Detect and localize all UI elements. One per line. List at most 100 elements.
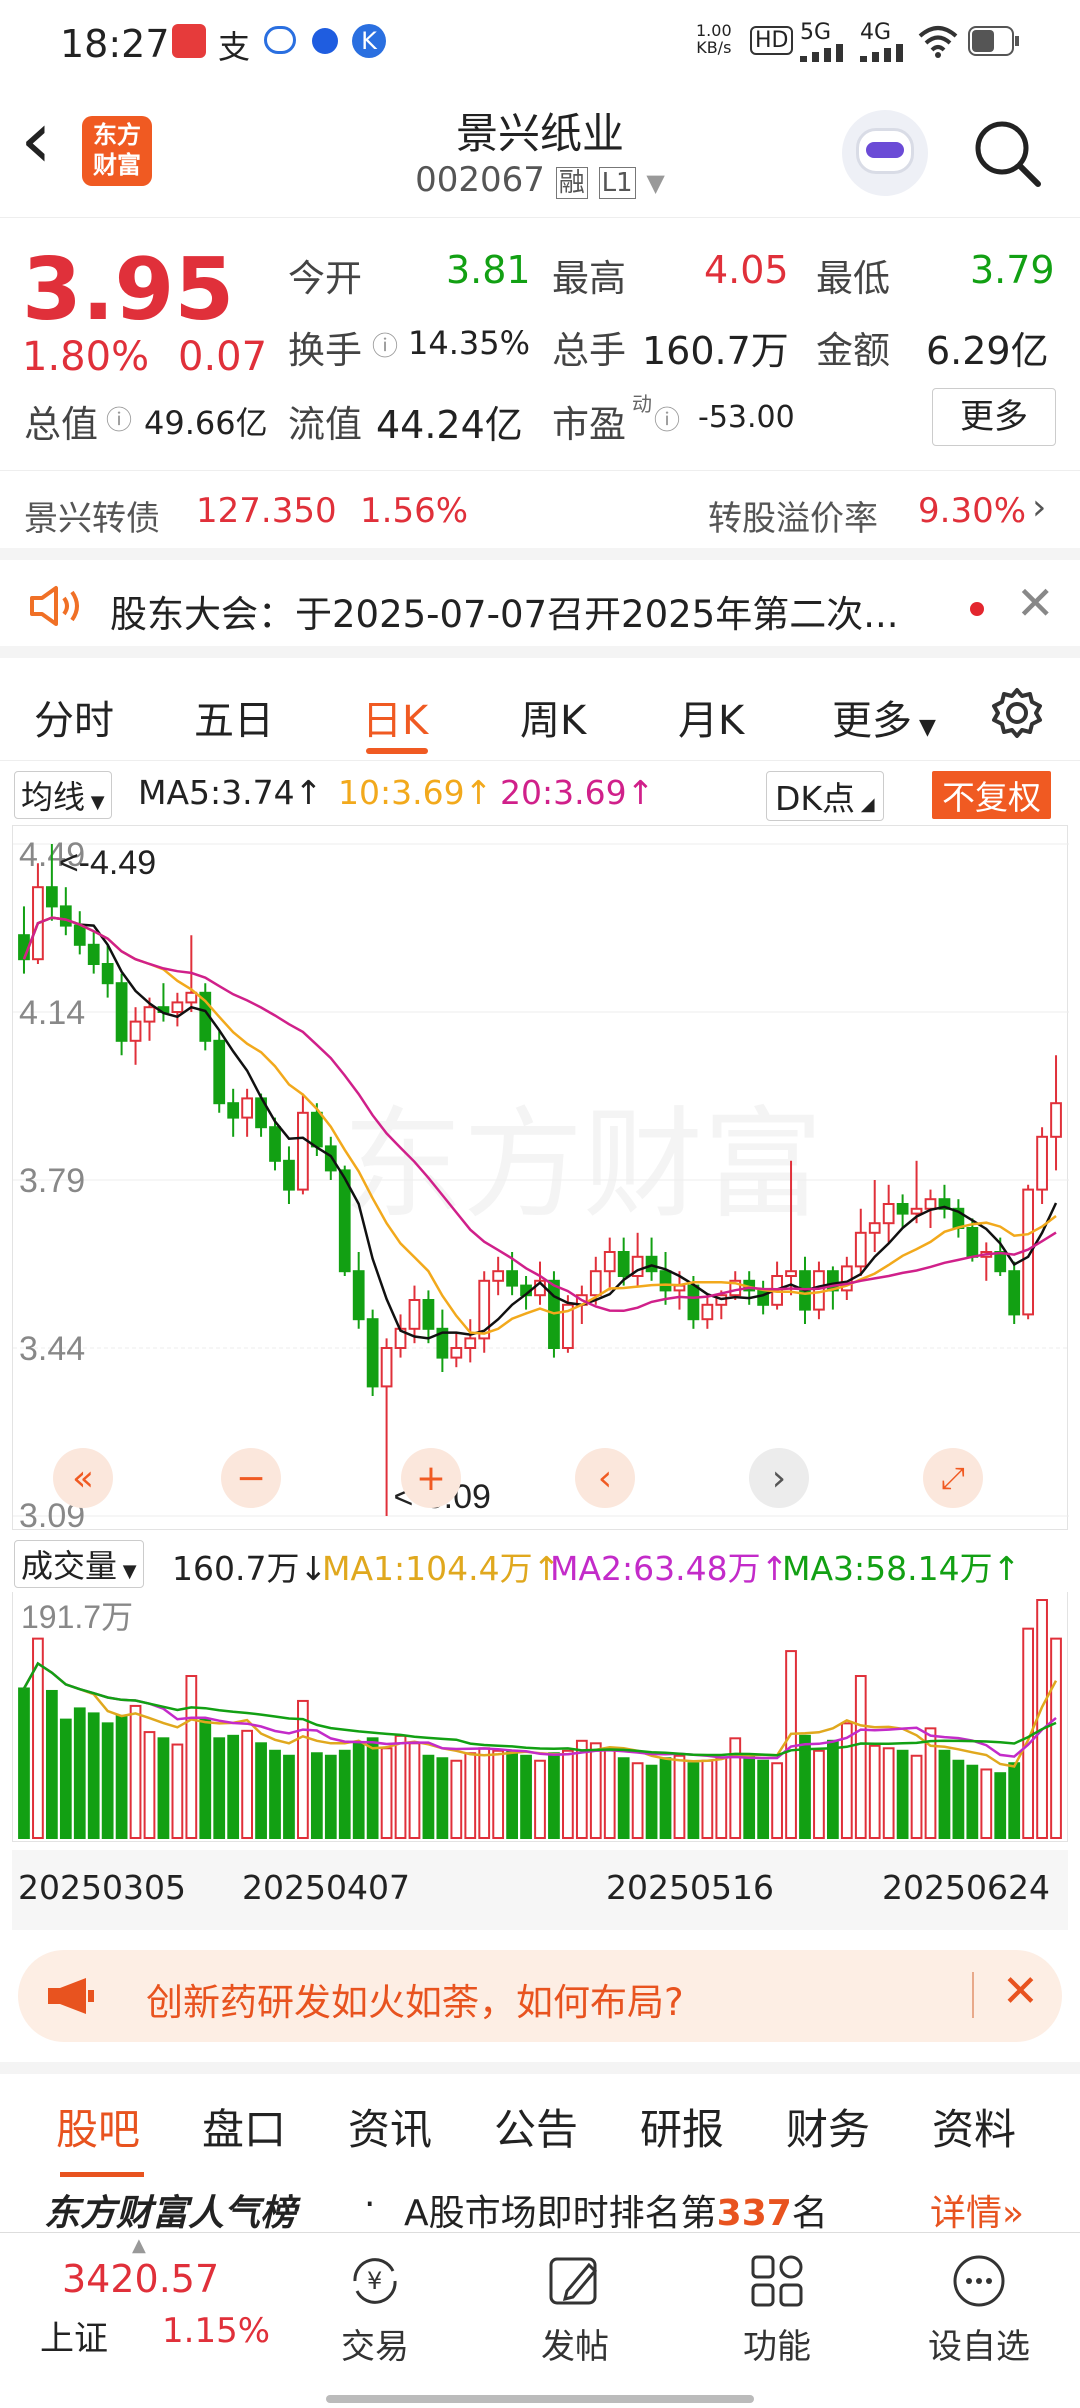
robot-assistant-icon[interactable] (842, 110, 928, 196)
dk-point-select[interactable]: DK点 ◢ (766, 771, 884, 821)
candle-body (492, 1270, 505, 1282)
edit-icon (549, 2257, 598, 2305)
tab-forum[interactable]: 股吧 (56, 2096, 140, 2157)
ad-banner[interactable]: 创新药研发如火如荼，如何布局? ✕ (18, 1950, 1062, 2042)
no-adjust-button[interactable]: 不复权 (932, 771, 1051, 819)
volume-bar (534, 1759, 546, 1839)
chat-icon (264, 26, 296, 54)
premium-value: 9.30% (918, 491, 1027, 531)
net-speed: 1.00 KB/s (696, 21, 732, 57)
back-icon[interactable]: ‹ (20, 100, 52, 180)
pe-label: 市盈 (552, 403, 626, 446)
kline-chart[interactable]: 东方财富 4.494.143.793.443.09<-4.49<-3.09 « … (12, 825, 1069, 1535)
zoom-out-icon[interactable]: − (221, 1448, 281, 1508)
candle-body (297, 1111, 309, 1191)
volume-bar (394, 1734, 407, 1839)
candle-body (129, 1020, 142, 1042)
gear-icon[interactable] (990, 686, 1044, 740)
alipay-icon: 支 (218, 28, 251, 66)
nav-add-watchlist[interactable]: 设自选 (904, 2251, 1054, 2368)
eastmoney-logo[interactable]: 东方 财富 (82, 116, 152, 186)
info-icon[interactable]: ⓘ (106, 400, 132, 437)
volume-bar (227, 1734, 240, 1839)
volume-bar (87, 1712, 100, 1839)
candle-body (854, 1231, 867, 1268)
candle-body (603, 1251, 616, 1273)
volume-bar (380, 1747, 393, 1840)
volume-bar (840, 1722, 853, 1839)
info-icon[interactable]: ⓘ (654, 400, 680, 437)
cb-pct: 1.56% (360, 491, 469, 531)
volume-value: 160.7万 (642, 329, 789, 373)
tab-monthly-k[interactable]: 月K (678, 688, 744, 746)
fullscreen-icon[interactable]: ⤢ (923, 1448, 983, 1508)
index-pct: 1.15% (162, 2311, 271, 2351)
tab-daily-k[interactable]: 日K (362, 688, 428, 746)
popularity-rank[interactable]: 东方财富人气榜 · A股市场即时排名第337名 详情» (0, 2172, 1080, 2232)
rank-text: A股市场即时排名第337名 (404, 2193, 828, 2232)
zoom-out-left-icon[interactable]: « (53, 1448, 113, 1508)
volume-bar (826, 1739, 839, 1840)
hd-icon: HD (750, 26, 794, 55)
index-value[interactable]: 3420.57 (62, 2257, 219, 2301)
candle-body (687, 1284, 700, 1321)
max-price-label: <-4.49 (59, 844, 156, 882)
tab-finance[interactable]: 财务 (786, 2096, 870, 2157)
nav-post[interactable]: 发帖 (500, 2251, 650, 2368)
date-axis: 20250305 20250407 20250516 20250624 (12, 1850, 1068, 1930)
candle-body (241, 1097, 254, 1119)
tab-minute[interactable]: 分时 (34, 688, 114, 746)
ma-select[interactable]: 均线 ▼ (14, 771, 112, 819)
close-icon[interactable]: ✕ (1016, 576, 1055, 630)
stock-code-row[interactable]: 002067 融 L1 ▼ (340, 160, 740, 200)
ma10-value: 10:3.69↑ (338, 773, 493, 812)
tab-more[interactable]: 更多 ▼ (832, 688, 936, 746)
content-tabs: 股吧 盘口 资讯 公告 研报 财务 资料 (0, 2062, 1080, 2177)
candle-body (59, 905, 72, 927)
kline-svg: 东方财富 4.494.143.793.443.09<-4.49<-3.09 (13, 836, 1069, 1535)
candle-body (785, 1270, 797, 1278)
indicator-select[interactable]: 成交量 ▼ (14, 1540, 144, 1588)
candle-body (966, 1227, 979, 1258)
level-tag: L1 (598, 167, 636, 199)
volume-bar (701, 1759, 714, 1839)
candle-body (994, 1251, 1007, 1273)
scroll-right-icon[interactable]: › (749, 1448, 809, 1508)
nav-functions[interactable]: 功能 (702, 2251, 852, 2368)
volume-bar (980, 1768, 993, 1840)
volume-bar (813, 1749, 825, 1839)
cb-name: 景兴转债 (24, 499, 160, 539)
stock-header: ‹ 东方 财富 景兴纸业 002067 融 L1 ▼ (0, 90, 1080, 218)
tab-five-day[interactable]: 五日 (194, 688, 274, 746)
volume-bar (241, 1729, 254, 1839)
notice-text: 股东大会：于2025-07-07召开2025年第二次... (110, 593, 899, 636)
close-icon[interactable]: ✕ (1002, 1966, 1039, 2017)
tab-orderbook[interactable]: 盘口 (202, 2096, 286, 2157)
volume-bar (715, 1757, 728, 1839)
rank-detail-link[interactable]: 详情» (930, 2184, 1024, 2232)
volume-bar (478, 1747, 491, 1840)
volume-bar (854, 1675, 867, 1839)
more-button[interactable]: 更多 (932, 388, 1056, 446)
candle-body (464, 1337, 477, 1350)
info-icon[interactable]: ⓘ (372, 326, 398, 363)
tab-announcement[interactable]: 公告 (494, 2096, 578, 2157)
tab-research[interactable]: 研报 (640, 2096, 724, 2157)
volume-bar (171, 1743, 184, 1840)
search-icon[interactable] (972, 118, 1042, 188)
nav-trade[interactable]: ¥ 交易 (300, 2251, 450, 2368)
candle-body (882, 1203, 895, 1225)
tab-news[interactable]: 资讯 (348, 2096, 432, 2157)
volume-bar (687, 1762, 700, 1839)
tab-profile[interactable]: 资料 (932, 2096, 1016, 2157)
tab-weekly-k[interactable]: 周K (520, 688, 586, 746)
scroll-left-icon[interactable]: ‹ (575, 1448, 635, 1508)
convertible-bond-row[interactable]: 景兴转债 127.350 1.56% 转股溢价率 9.30% › (0, 470, 1080, 548)
candle-body (213, 1039, 226, 1105)
volume-chart[interactable]: 191.7万 (12, 1592, 1068, 1842)
candle-body (269, 1126, 281, 1162)
candle-body (506, 1270, 518, 1287)
notice-bar[interactable]: 股东大会：于2025-07-07召开2025年第二次... ✕ (0, 548, 1080, 658)
zoom-in-icon[interactable]: + (401, 1448, 461, 1508)
volume-bar (1050, 1637, 1062, 1840)
